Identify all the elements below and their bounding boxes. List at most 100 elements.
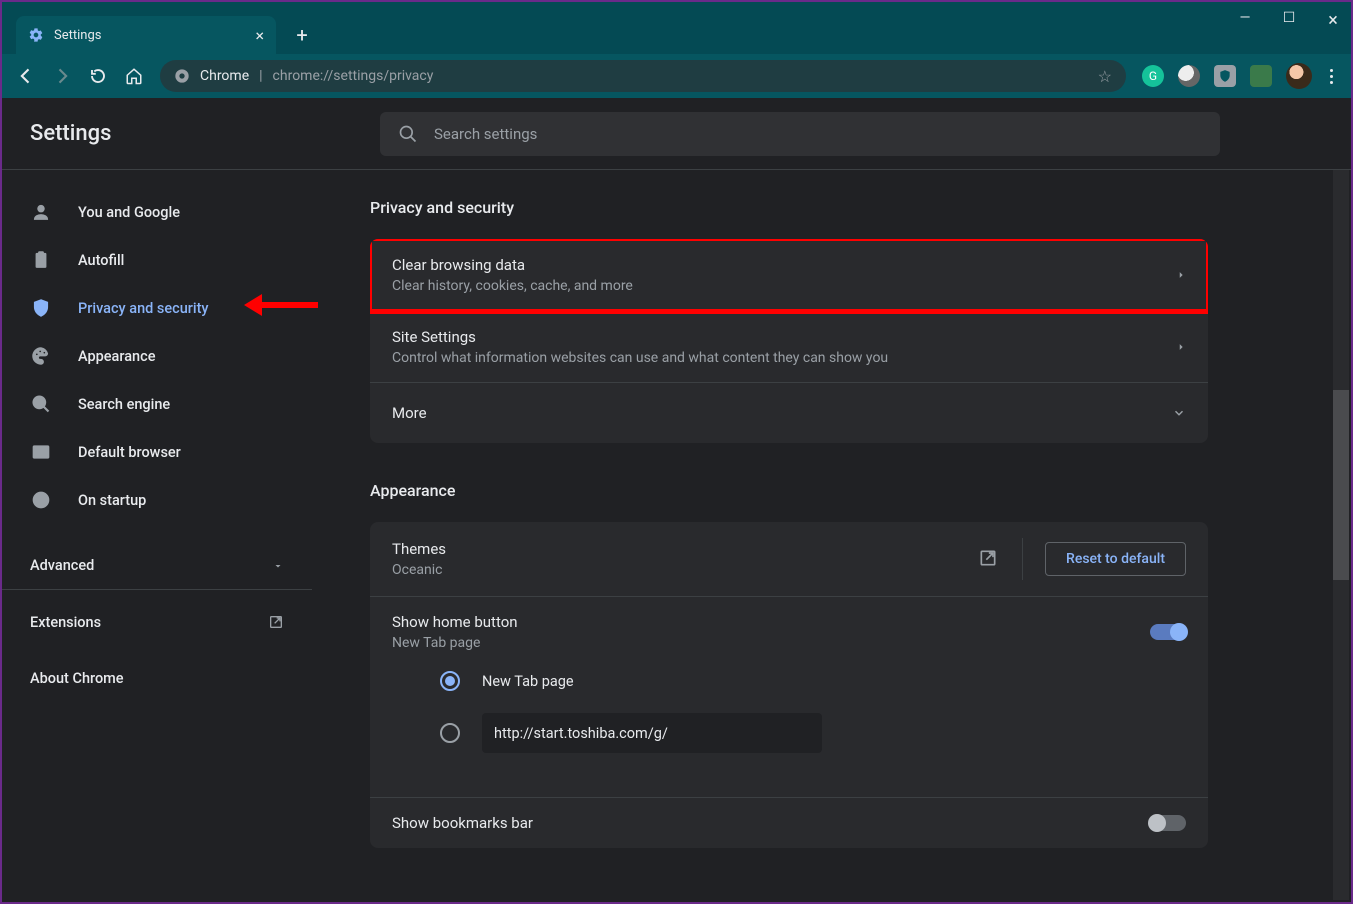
home-url-input[interactable] [482, 713, 822, 753]
sidebar-about-chrome[interactable]: About Chrome [2, 654, 312, 702]
extension-icon-2[interactable] [1178, 65, 1200, 87]
reload-button[interactable] [88, 66, 108, 86]
gear-icon [28, 27, 44, 43]
sidebar-item-you-and-google[interactable]: You and Google [2, 188, 312, 236]
back-button[interactable] [16, 66, 36, 86]
browser-menu-icon[interactable] [1326, 69, 1337, 84]
extensions-label: Extensions [30, 614, 101, 631]
sidebar-item-label: Search engine [78, 396, 170, 413]
tab-title: Settings [54, 28, 245, 43]
shield-icon [30, 297, 52, 319]
radio-label: New Tab page [482, 673, 574, 690]
sidebar-item-appearance[interactable]: Appearance [2, 332, 312, 380]
chevron-right-icon [1176, 270, 1186, 280]
themes-title: Themes [392, 540, 446, 558]
about-label: About Chrome [30, 670, 124, 687]
show-bookmarks-toggle[interactable] [1150, 815, 1186, 831]
radio-new-tab-page[interactable]: New Tab page [440, 671, 1186, 691]
row-subtitle: Control what information websites can us… [392, 350, 888, 366]
extension-bitwarden-icon[interactable] [1214, 65, 1236, 87]
themes-subtitle: Oceanic [392, 562, 446, 578]
browser-tab[interactable]: Settings × [16, 16, 276, 54]
url-origin: Chrome [200, 68, 249, 84]
divider [1022, 538, 1023, 580]
clipboard-icon [30, 249, 52, 271]
section-title-privacy: Privacy and security [370, 198, 1208, 217]
advanced-label: Advanced [30, 557, 94, 574]
sidebar-item-label: Privacy and security [78, 300, 209, 317]
radio-custom-url[interactable] [440, 713, 1186, 753]
row-title: More [392, 404, 427, 422]
home-button[interactable] [124, 66, 144, 86]
row-subtitle: Clear history, cookies, cache, and more [392, 278, 633, 294]
chevron-down-icon [1172, 406, 1186, 420]
window-controls: — ☐ × [1235, 10, 1343, 31]
power-icon [30, 489, 52, 511]
forward-button[interactable] [52, 66, 72, 86]
row-more[interactable]: More [370, 383, 1208, 443]
palette-icon [30, 345, 52, 367]
chrome-icon [174, 68, 190, 84]
sidebar-item-label: You and Google [78, 204, 180, 221]
sidebar-item-search-engine[interactable]: Search engine [2, 380, 312, 428]
bookmarks-title: Show bookmarks bar [392, 814, 533, 832]
annotation-red-arrow [240, 290, 320, 320]
extension-grammarly-icon[interactable]: G [1142, 65, 1164, 87]
extension-icons: G [1142, 63, 1337, 89]
search-icon [398, 124, 418, 144]
row-site-settings[interactable]: Site Settings Control what information w… [370, 311, 1208, 383]
sidebar-advanced[interactable]: Advanced [2, 542, 312, 590]
show-home-toggle[interactable] [1150, 624, 1186, 640]
search-icon [30, 393, 52, 415]
minimize-icon[interactable]: — [1235, 10, 1255, 31]
open-external-icon [268, 614, 284, 630]
new-tab-button[interactable]: + [286, 19, 318, 51]
page-title: Settings [30, 121, 340, 146]
url-separator: | [259, 68, 262, 84]
open-external-icon[interactable] [978, 548, 1000, 570]
privacy-card: Clear browsing data Clear history, cooki… [370, 239, 1208, 443]
sidebar-item-label: Default browser [78, 444, 181, 461]
person-icon [30, 201, 52, 223]
settings-header: Settings [2, 98, 1351, 170]
row-title: Clear browsing data [392, 256, 633, 274]
browser-icon [30, 441, 52, 463]
close-tab-icon[interactable]: × [255, 26, 264, 45]
chevron-right-icon [1176, 342, 1186, 352]
row-title: Site Settings [392, 328, 888, 346]
browser-titlebar: Settings × + — ☐ × [2, 2, 1351, 54]
address-bar: Chrome | chrome://settings/privacy ☆ G [2, 54, 1351, 98]
sidebar-item-on-startup[interactable]: On startup [2, 476, 312, 524]
radio-icon [440, 723, 460, 743]
sidebar-item-default-browser[interactable]: Default browser [2, 428, 312, 476]
sidebar-item-label: Appearance [78, 348, 155, 365]
row-show-home-button: Show home button New Tab page New Tab pa… [370, 597, 1208, 798]
row-clear-browsing-data[interactable]: Clear browsing data Clear history, cooki… [370, 239, 1208, 311]
url-path: chrome://settings/privacy [273, 68, 1088, 84]
home-title: Show home button [392, 613, 518, 631]
content-area: Privacy and security Clear browsing data… [312, 170, 1351, 902]
vertical-scrollbar[interactable] [1333, 170, 1349, 900]
bookmark-star-icon[interactable]: ☆ [1098, 67, 1112, 86]
section-title-appearance: Appearance [370, 481, 1208, 500]
sidebar-item-label: On startup [78, 492, 146, 509]
row-themes: Themes Oceanic Reset to default [370, 522, 1208, 597]
home-subtitle: New Tab page [392, 635, 518, 651]
row-show-bookmarks-bar: Show bookmarks bar [370, 798, 1208, 848]
sidebar-item-label: Autofill [78, 252, 124, 269]
chevron-down-icon [272, 560, 284, 572]
close-window-icon[interactable]: × [1323, 10, 1343, 31]
search-input[interactable] [434, 125, 1202, 143]
extension-icon-4[interactable] [1250, 65, 1272, 87]
reset-to-default-button[interactable]: Reset to default [1045, 542, 1186, 576]
omnibox[interactable]: Chrome | chrome://settings/privacy ☆ [160, 60, 1126, 92]
search-settings[interactable] [380, 112, 1220, 156]
sidebar-extensions[interactable]: Extensions [2, 598, 312, 646]
scrollbar-thumb[interactable] [1333, 390, 1349, 580]
profile-avatar[interactable] [1286, 63, 1312, 89]
sidebar: You and Google Autofill Privacy and secu… [2, 170, 312, 902]
maximize-icon[interactable]: ☐ [1279, 10, 1299, 31]
radio-icon [440, 671, 460, 691]
appearance-card: Themes Oceanic Reset to default Show hom… [370, 522, 1208, 848]
sidebar-item-autofill[interactable]: Autofill [2, 236, 312, 284]
